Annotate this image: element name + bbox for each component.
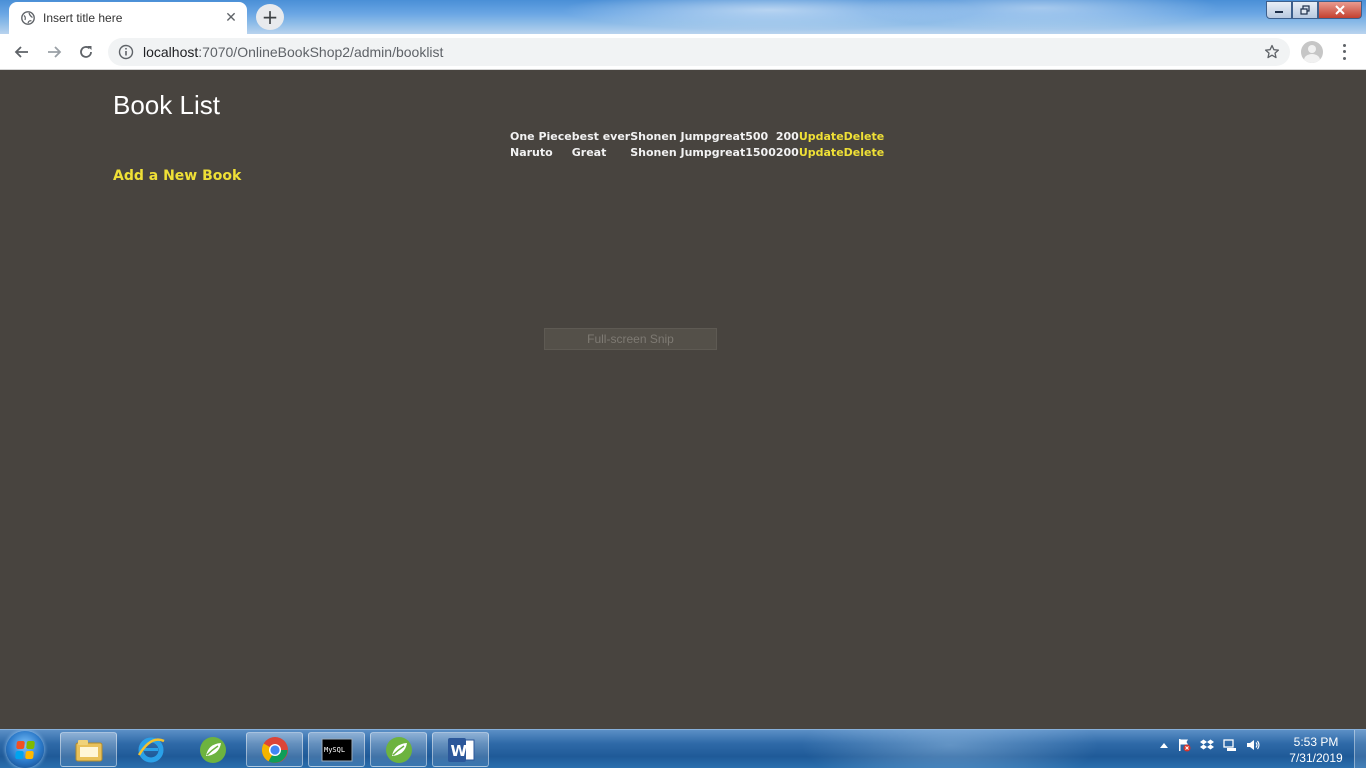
show-desktop-button[interactable] bbox=[1354, 730, 1366, 768]
word-icon: W bbox=[447, 737, 474, 762]
reload-icon bbox=[80, 45, 92, 58]
mysql-console-icon: MySQL bbox=[321, 738, 352, 761]
url-host: localhost bbox=[143, 44, 199, 60]
profile-avatar-icon[interactable] bbox=[1301, 41, 1323, 63]
taskbar-spring-tool-suite-1[interactable] bbox=[184, 732, 241, 767]
clock-time: 5:53 PM bbox=[1293, 735, 1339, 749]
window-controls bbox=[1266, 1, 1362, 19]
show-hidden-icons-icon[interactable] bbox=[1160, 742, 1168, 748]
browser-toolbar: localhost:7070/OnlineBookShop2/admin/boo… bbox=[0, 34, 1366, 70]
start-button[interactable] bbox=[6, 731, 44, 768]
close-icon[interactable]: ✕ bbox=[223, 10, 239, 26]
delete-link[interactable]: Delete bbox=[844, 146, 885, 159]
book-review: great bbox=[711, 129, 746, 143]
url-text: localhost:7070/OnlineBookShop2/admin/boo… bbox=[143, 44, 443, 60]
book-review: great bbox=[711, 145, 746, 159]
back-button[interactable] bbox=[8, 38, 36, 66]
clock-date: 7/31/2019 bbox=[1289, 751, 1343, 765]
update-link[interactable]: Update bbox=[799, 130, 844, 143]
book-name: Naruto bbox=[510, 145, 553, 159]
book-name: One Piece bbox=[510, 129, 572, 143]
action-center-flag-icon[interactable] bbox=[1177, 738, 1191, 752]
minimize-icon bbox=[1275, 11, 1283, 13]
arrow-left-icon bbox=[14, 45, 28, 58]
book-table: One Piece best ever Shonen Jump great 500 200… bbox=[509, 128, 884, 160]
info-icon[interactable] bbox=[118, 44, 134, 60]
system-tray bbox=[1160, 738, 1260, 752]
page-title: Book List bbox=[113, 90, 220, 120]
windows-taskbar: MySQL W 5:53 PM 7/31/2019 bbox=[0, 729, 1366, 768]
browser-titlebar: Insert title here ✕ + bbox=[0, 0, 1366, 34]
close-window-icon bbox=[1335, 5, 1345, 15]
new-tab-button[interactable]: + bbox=[256, 4, 284, 30]
book-actions: UpdateDelete bbox=[799, 144, 884, 160]
book-actions: UpdateDelete bbox=[799, 128, 884, 144]
delete-link[interactable]: Delete bbox=[844, 130, 885, 143]
volume-icon[interactable] bbox=[1246, 738, 1260, 752]
book-quantity: 200 bbox=[775, 145, 799, 159]
network-icon[interactable] bbox=[1223, 738, 1237, 752]
close-window-button[interactable] bbox=[1318, 1, 1362, 19]
restore-button[interactable] bbox=[1292, 1, 1318, 19]
full-screen-snip-overlay: Full-screen Snip bbox=[544, 328, 717, 350]
book-description: best ever bbox=[571, 129, 631, 143]
windows-logo-icon bbox=[15, 740, 35, 759]
page-content: Book List One Piece best ever Shonen Jump g… bbox=[0, 71, 1366, 729]
taskbar-word[interactable]: W bbox=[432, 732, 489, 767]
word-letter: W bbox=[450, 742, 467, 760]
reload-button[interactable] bbox=[72, 38, 100, 66]
taskbar-internet-explorer[interactable] bbox=[122, 732, 179, 767]
file-explorer-icon bbox=[75, 739, 102, 761]
book-publisher: Shonen Jump bbox=[630, 145, 712, 159]
book-quantity: 200 bbox=[775, 129, 799, 143]
book-description: Great bbox=[571, 145, 607, 159]
taskbar-clock[interactable]: 5:53 PM 7/31/2019 bbox=[1283, 734, 1349, 766]
taskbar-spring-tool-suite-2[interactable] bbox=[370, 732, 427, 767]
restore-icon bbox=[1300, 5, 1310, 15]
internet-explorer-icon bbox=[137, 737, 165, 762]
table-row: Naruto Great Shonen Jump great 1500 200 Update… bbox=[509, 144, 884, 160]
menu-kebab-icon[interactable] bbox=[1336, 42, 1352, 62]
taskbar-file-explorer[interactable] bbox=[60, 732, 117, 767]
minimize-button[interactable] bbox=[1266, 1, 1292, 19]
book-publisher: Shonen Jump bbox=[630, 129, 712, 143]
spring-tool-suite-icon bbox=[385, 736, 412, 763]
globe-icon bbox=[21, 11, 35, 25]
address-bar[interactable]: localhost:7070/OnlineBookShop2/admin/boo… bbox=[108, 38, 1290, 66]
book-price: 1500 bbox=[745, 145, 776, 159]
browser-tab[interactable]: Insert title here ✕ bbox=[9, 2, 247, 34]
chrome-icon bbox=[261, 736, 288, 763]
arrow-right-icon bbox=[48, 45, 62, 58]
add-new-book-link[interactable]: Add a New Book bbox=[113, 168, 241, 184]
forward-button[interactable] bbox=[40, 38, 68, 66]
spring-tool-suite-icon bbox=[199, 736, 226, 763]
dropbox-icon[interactable] bbox=[1200, 738, 1214, 752]
bookmark-star-icon[interactable] bbox=[1264, 44, 1280, 60]
tab-title: Insert title here bbox=[43, 11, 123, 25]
mysql-label: MySQL bbox=[324, 746, 345, 754]
taskbar-chrome[interactable] bbox=[246, 732, 303, 767]
table-row: One Piece best ever Shonen Jump great 500 200… bbox=[509, 128, 884, 144]
update-link[interactable]: Update bbox=[799, 146, 844, 159]
url-path: :7070/OnlineBookShop2/admin/booklist bbox=[198, 44, 444, 60]
taskbar-mysql-console[interactable]: MySQL bbox=[308, 732, 365, 767]
book-price: 500 bbox=[745, 129, 769, 143]
